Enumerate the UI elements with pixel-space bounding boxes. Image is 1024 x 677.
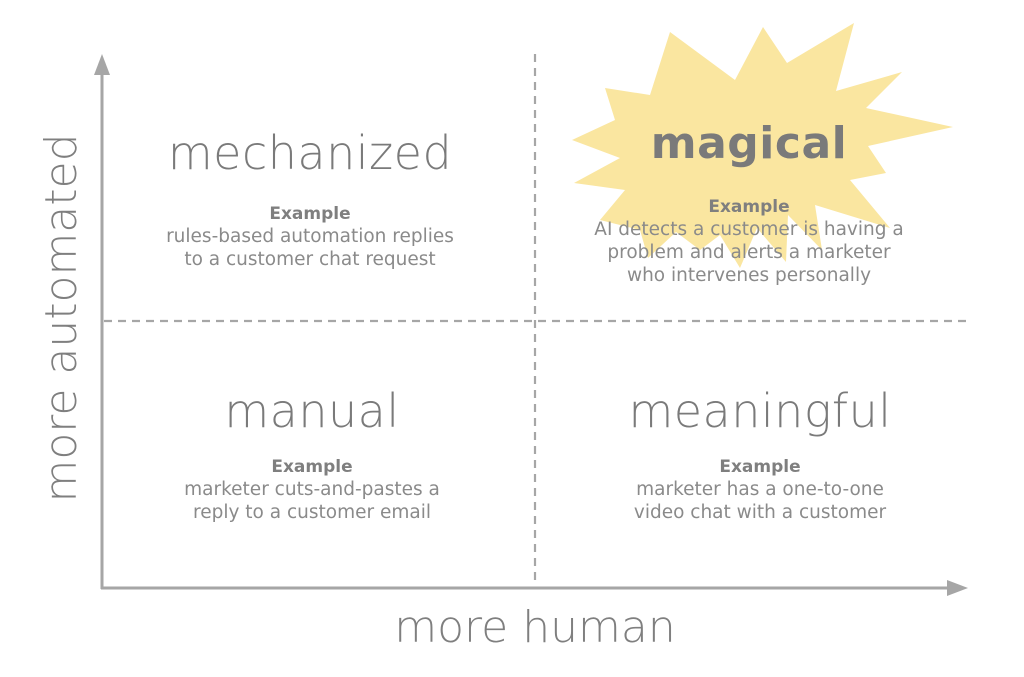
quadrant-example-meaningful: Example marketer has a one-to-one video … (550, 456, 970, 524)
quadrant-title-mechanized: mechanized (167, 126, 453, 180)
example-line: marketer cuts-and-pastes a (184, 479, 440, 500)
example-line: who intervenes personally (626, 265, 872, 286)
quadrant-example-manual: Example marketer cuts-and-pastes a reply… (102, 456, 522, 524)
x-axis-arrow-icon (947, 580, 968, 596)
example-line: marketer has a one-to-one (636, 479, 884, 500)
quadrant-example-magical: Example AI detects a customer is having … (539, 196, 959, 287)
example-line: reply to a customer email (193, 502, 431, 523)
example-line: problem and alerts a marketer (607, 242, 891, 263)
y-axis-arrow-icon (94, 54, 110, 75)
example-line: video chat with a customer (633, 502, 887, 523)
example-label: Example (708, 197, 790, 217)
example-line: to a customer chat request (184, 249, 436, 270)
diagram-canvas (94, 23, 968, 596)
example-label: Example (269, 204, 351, 224)
x-axis-label: more human (394, 602, 676, 653)
example-line: AI detects a customer is having a (594, 219, 904, 240)
quadrant-title-manual: manual (224, 384, 400, 438)
example-label: Example (271, 457, 353, 477)
quadrant-title-meaningful: meaningful (628, 384, 892, 438)
example-line: rules-based automation replies (166, 226, 454, 247)
quadrant-title-magical: magical (650, 118, 848, 169)
y-axis-label: more automated (36, 133, 87, 503)
quadrant-example-mechanized: Example rules-based automation replies t… (100, 203, 520, 271)
example-label: Example (719, 457, 801, 477)
